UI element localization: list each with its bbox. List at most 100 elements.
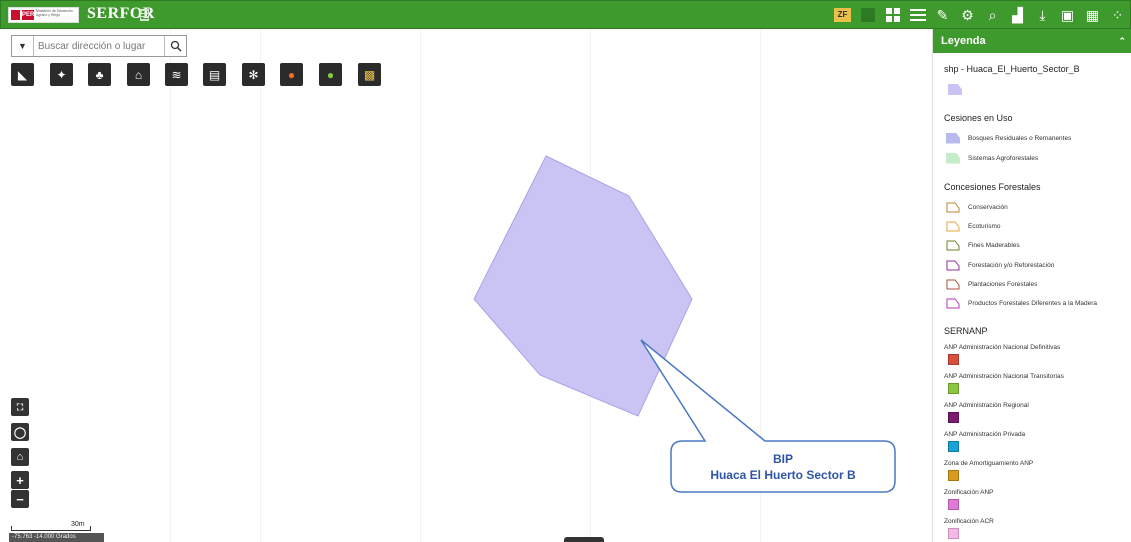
legend-item-label: Zonificación ANP <box>944 489 994 496</box>
map-icon: ▣ <box>1060 6 1075 23</box>
search-source-dropdown[interactable]: ▼ <box>12 36 34 56</box>
toolbar: ZF ✎ ⚙ ⌕ ▟ ⤓ ▣ ▦ ⁘ <box>830 3 1130 27</box>
measure-button[interactable]: ✎ <box>930 3 955 27</box>
download-button[interactable]: ⤓ <box>1030 3 1055 27</box>
search-button[interactable] <box>164 36 186 56</box>
legend-swatch <box>946 240 960 250</box>
molecule-icon: ⚙ <box>961 6 974 23</box>
zf-button[interactable]: ZF <box>830 3 855 27</box>
list-icon <box>909 9 926 21</box>
legend-swatch <box>946 202 960 212</box>
legend-item-label: ANP Administración Privada <box>944 431 1026 438</box>
legend-item: Sistemas Agroforestales <box>946 151 1038 165</box>
legend-item-label: Sistemas Agroforestales <box>968 154 1039 162</box>
imagery-tool-button[interactable]: ▩ <box>358 63 381 86</box>
leaf-icon: ● <box>326 67 335 82</box>
search-input[interactable] <box>38 36 164 56</box>
legend-item-label: Plantaciones Forestales <box>968 280 1038 288</box>
legend-item: Bosques Residuales o Remanentes <box>946 131 1071 145</box>
clipboard-icon: ▤ <box>208 67 221 82</box>
bottom-panel-tab[interactable] <box>564 537 604 542</box>
legend-item-label: Conservación <box>968 203 1008 211</box>
layer-list-button[interactable] <box>905 3 930 27</box>
community-tool-button[interactable]: ⌂ <box>127 63 150 86</box>
climate-tool-button[interactable]: ✻ <box>242 63 265 86</box>
legend-panel: Leyenda ⌃ shp - Huaca_El_Huerto_Sector_B… <box>932 29 1131 542</box>
more-icon: ⁘ <box>1111 6 1124 23</box>
zoom-out-button[interactable]: − <box>11 490 29 508</box>
legend-item: Conservación <box>946 200 1008 214</box>
callout-line1: BIP <box>772 451 793 466</box>
legend-item: Forestación y/o Reforestación <box>946 258 1054 272</box>
download-icon: ⤓ <box>1039 6 1046 23</box>
chart-button[interactable]: ▟ <box>1005 3 1030 27</box>
collapse-icon[interactable]: ⌃ <box>1118 29 1126 53</box>
legend-swatch <box>946 260 960 270</box>
chart-icon: ▟ <box>1012 6 1023 23</box>
legend-group-cesiones: Cesiones en Uso <box>944 113 1013 123</box>
legend-item-label: Zona de Amortiguamiento ANP <box>944 460 1034 467</box>
fire-tool-button[interactable]: ● <box>280 63 303 86</box>
plus-icon: + <box>16 472 24 488</box>
home-button[interactable]: ⌂ <box>11 448 29 466</box>
gov-logo: PERÚ Ministerio de Desarrollo Agrario y … <box>8 7 79 23</box>
legend-item-label: ANP Administración Regional <box>944 402 1029 409</box>
locate-icon: ◯ <box>13 426 27 439</box>
table-button[interactable]: ▦ <box>1080 3 1105 27</box>
legend-swatch <box>948 499 959 510</box>
locate-button[interactable]: ◯ <box>11 423 29 441</box>
ruler-icon: ✎ <box>936 6 949 23</box>
legend-swatch <box>948 412 959 423</box>
basemap-gallery-button[interactable] <box>880 3 905 27</box>
legend-item-label: Zonificación ACR <box>944 518 994 525</box>
forest-tool-button[interactable]: ♣ <box>88 63 111 86</box>
logo-ministry-text: Ministerio de Desarrollo Agrario y Riego <box>36 9 73 17</box>
layers-tool-button[interactable]: ≋ <box>165 63 188 86</box>
grid-icon <box>885 8 900 22</box>
legend-header[interactable]: Leyenda ⌃ <box>933 29 1131 53</box>
legend-item-label: ANP Administración Nacional Transitorias <box>944 373 1064 380</box>
zoom-in-button[interactable]: + <box>11 471 29 489</box>
more-button[interactable]: ⁘ <box>1105 3 1130 27</box>
legend-swatch <box>948 470 959 481</box>
legend-item-label: Fines Maderables <box>968 241 1020 249</box>
legend-swatch <box>948 441 959 452</box>
print-button[interactable]: ▣ <box>1055 3 1080 27</box>
tree-icon: ♣ <box>95 67 104 82</box>
query-button[interactable]: ⌕ <box>980 3 1005 27</box>
bird-icon: ✦ <box>56 67 67 82</box>
legend-item-label: Bosques Residuales o Remanentes <box>968 134 1072 142</box>
scale-bar: 30m <box>11 521 91 531</box>
fire-icon: ● <box>287 67 296 82</box>
peru-map-tool-button[interactable]: ◣ <box>11 63 34 86</box>
caret-down-icon: ▼ <box>18 41 27 51</box>
legend-item-label: Forestación y/o Reforestación <box>968 261 1055 269</box>
fauna-tool-button[interactable]: ✦ <box>50 63 73 86</box>
layers-icon <box>860 8 875 22</box>
snowflake-icon: ✻ <box>248 67 259 82</box>
huaca-polygon[interactable] <box>473 155 693 417</box>
legend-group-sernanp: SERNANP <box>944 326 988 336</box>
layer-toggle-button[interactable] <box>855 3 880 27</box>
analysis-button[interactable]: ⚙ <box>955 3 980 27</box>
legend-item-label: Productos Forestales Diferentes a la Mad… <box>968 299 1097 307</box>
legend-swatch <box>946 132 960 144</box>
legend-swatch <box>946 279 960 289</box>
map-view[interactable]: BIP Huaca El Huerto Sector B ▼ ◣ ✦ ♣ ⌂ ≋… <box>0 29 932 542</box>
legend-swatch <box>946 221 960 231</box>
vegetation-tool-button[interactable]: ● <box>319 63 342 86</box>
fullscreen-button[interactable]: ⛶ <box>11 398 29 416</box>
legend-item: Productos Forestales Diferentes a la Mad… <box>946 296 1097 310</box>
zf-label: ZF <box>834 8 851 22</box>
legend-item: Fines Maderables <box>946 238 1020 252</box>
shield-icon <box>11 10 20 20</box>
stack-icon: ≋ <box>171 67 182 82</box>
report-tool-button[interactable]: ▤ <box>203 63 226 86</box>
legend-swatch <box>948 383 959 394</box>
legend-title: Leyenda <box>941 35 986 47</box>
legend-swatch-huaca <box>948 84 962 95</box>
logo-peru-text: PERÚ <box>22 10 39 20</box>
search-box: ▼ <box>11 35 187 57</box>
legend-layer-title: shp - Huaca_El_Huerto_Sector_B <box>944 64 1080 74</box>
coordinate-readout: -75.763 -14.000 Grados <box>9 533 104 542</box>
